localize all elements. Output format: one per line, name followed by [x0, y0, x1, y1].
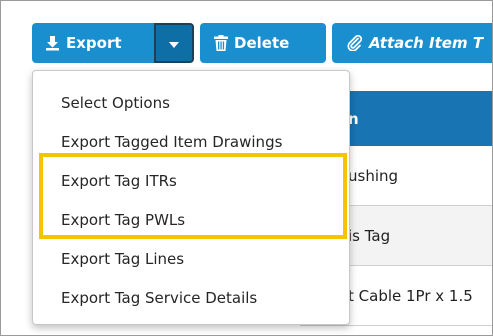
- export-dropdown-menu: Select Options Export Tagged Item Drawin…: [32, 70, 350, 325]
- attach-item-button[interactable]: Attach Item T: [332, 23, 493, 63]
- menu-item-export-tag-pwls[interactable]: Export Tag PWLs: [33, 200, 349, 239]
- attach-item-button-label: Attach Item T: [369, 34, 484, 52]
- download-icon: [45, 35, 60, 51]
- menu-item-export-tag-lines[interactable]: Export Tag Lines: [33, 239, 349, 278]
- export-dropdown-toggle[interactable]: [154, 23, 194, 63]
- menu-item-export-tag-service-details[interactable]: Export Tag Service Details: [33, 278, 349, 317]
- export-button-label: Export: [66, 34, 122, 52]
- delete-button-label: Delete: [234, 34, 290, 52]
- menu-item-export-tagged-item-drawings[interactable]: Export Tagged Item Drawings: [33, 122, 349, 161]
- table-cell: ushing: [348, 166, 399, 185]
- caret-down-icon: [169, 34, 179, 52]
- trash-icon: [214, 35, 228, 51]
- export-button[interactable]: Export: [32, 23, 154, 63]
- menu-item-select-options[interactable]: Select Options: [33, 83, 349, 122]
- table-cell: is Tag: [348, 226, 391, 245]
- delete-button[interactable]: Delete: [200, 23, 326, 63]
- table-cell: t Cable 1Pr x 1.5: [348, 286, 473, 305]
- paperclip-icon: [347, 35, 363, 51]
- menu-item-export-tag-itrs[interactable]: Export Tag ITRs: [33, 161, 349, 200]
